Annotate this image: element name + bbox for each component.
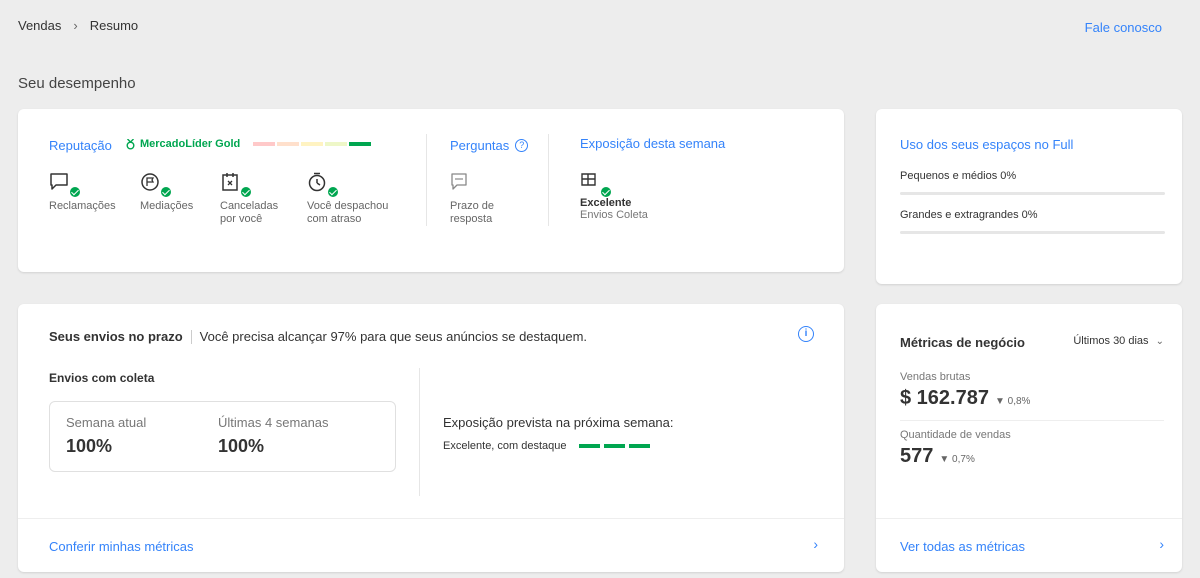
- divider: [900, 420, 1164, 421]
- full-space-row: Grandes e extragrandes 0%: [900, 209, 1165, 234]
- performance-card: Reputação MercadoLíder Gold Reclamações …: [18, 109, 844, 272]
- chevron-down-icon: ⌄: [1155, 336, 1164, 347]
- sales-qty-value: 577: [900, 445, 934, 467]
- divider: [426, 134, 427, 226]
- cancelled-icon: [220, 172, 252, 198]
- metric-canceladas[interactable]: Canceladas por você: [220, 172, 300, 226]
- section-title: Seu desempenho: [18, 75, 136, 92]
- gross-sales: $ 162.787 ▼ 0,8%: [900, 387, 1030, 410]
- contact-link[interactable]: Fale conosco: [1085, 20, 1162, 35]
- chat-icon: [49, 172, 81, 198]
- forecast-bar: [578, 444, 600, 448]
- sales-qty-label: Quantidade de vendas: [900, 429, 1011, 441]
- progress-bar: [900, 231, 1165, 234]
- message-icon: [450, 172, 480, 196]
- on-time-box: Semana atual 100% Últimas 4 semanas 100%: [49, 401, 396, 472]
- thermometer-segment: [277, 142, 299, 146]
- chevron-right-icon[interactable]: ›: [1159, 536, 1164, 552]
- full-space-label: Pequenos e médios 0%: [900, 170, 1017, 182]
- divider: [876, 518, 1182, 519]
- stopwatch-icon: [307, 172, 339, 198]
- exposure-value: Excelente Envios Coleta: [580, 197, 648, 221]
- forecast-bars: [578, 444, 650, 448]
- gross-sales-delta: ▼ 0,8%: [994, 396, 1031, 407]
- metric-atraso[interactable]: Você despachou com atraso: [307, 172, 407, 226]
- period-value: Últimos 30 dias: [1073, 335, 1149, 347]
- breadcrumb: Vendas › Resumo: [18, 18, 138, 33]
- thermometer-segment: [325, 142, 347, 146]
- full-space-card: Uso dos seus espaços no Full Pequenos e …: [876, 109, 1182, 284]
- progress-bar: [900, 192, 1165, 195]
- divider: [419, 368, 420, 496]
- metric-label: Reclamações: [49, 200, 116, 212]
- thermometer-segment: [253, 142, 275, 146]
- metric-mediacoes[interactable]: Mediações: [140, 172, 220, 213]
- forecast-title: Exposição prevista na próxima semana:: [443, 415, 674, 430]
- check-metrics-link[interactable]: Conferir minhas métricas: [49, 539, 194, 554]
- divider: [18, 518, 844, 519]
- reputation-link[interactable]: Reputação: [49, 138, 112, 153]
- medal-icon: [126, 138, 135, 149]
- forecast-bar: [603, 444, 625, 448]
- divider: [548, 134, 549, 226]
- all-metrics-link[interactable]: Ver todas as métricas: [900, 539, 1025, 554]
- shipping-message: Você precisa alcançar 97% para que seus …: [199, 329, 588, 344]
- metric-reclamacoes[interactable]: Reclamações: [49, 172, 129, 213]
- questions-header: Perguntas ?: [450, 138, 529, 153]
- chevron-right-icon[interactable]: ›: [813, 536, 818, 552]
- reputation-thermometer: [253, 142, 371, 146]
- flag-icon: [140, 172, 172, 198]
- check-icon: [160, 186, 172, 198]
- map-icon: [580, 172, 612, 198]
- exposure-status[interactable]: [580, 172, 660, 198]
- full-space-row: Pequenos e médios 0%: [900, 170, 1165, 195]
- last-4-weeks: Últimas 4 semanas 100%: [218, 415, 329, 456]
- full-space-link[interactable]: Uso dos seus espaços no Full: [900, 137, 1073, 152]
- metric-label: Canceladas por você: [220, 200, 279, 225]
- shipping-header: Seus envios no prazo Você precisa alcanç…: [49, 329, 587, 344]
- thermometer-segment: [301, 142, 323, 146]
- metric-prazo-resposta[interactable]: Prazo de resposta: [450, 172, 530, 226]
- current-week: Semana atual 100%: [66, 415, 147, 456]
- check-icon: [327, 186, 339, 198]
- gross-sales-value: $ 162.787: [900, 387, 989, 409]
- mercadolider-label: MercadoLíder Gold: [140, 138, 241, 150]
- gross-sales-label: Vendas brutas: [900, 371, 971, 383]
- full-space-label: Grandes e extragrandes 0%: [900, 209, 1038, 221]
- check-icon: [240, 186, 252, 198]
- forecast-row: Excelente, com destaque: [443, 440, 650, 452]
- exposure-link[interactable]: Exposição desta semana: [580, 136, 725, 151]
- thermometer-segment: [349, 142, 371, 146]
- period-select[interactable]: Últimos 30 dias ⌄: [1073, 335, 1164, 347]
- metric-label: Você despachou com atraso: [307, 200, 389, 225]
- divider: [190, 329, 192, 344]
- exposure-sub: Envios Coleta: [580, 209, 648, 221]
- sales-qty-delta: ▼ 0,7%: [939, 454, 975, 465]
- mercadolider-badge: MercadoLíder Gold: [126, 138, 240, 150]
- metric-label: Prazo de resposta: [450, 200, 495, 225]
- help-icon[interactable]: ?: [515, 139, 529, 152]
- check-icon: [69, 186, 81, 198]
- sales-qty: 577 ▼ 0,7%: [900, 445, 975, 468]
- metric-label: Mediações: [140, 200, 194, 212]
- chevron-right-icon: ›: [73, 18, 78, 33]
- exposure-level: Excelente: [580, 197, 632, 209]
- questions-link[interactable]: Perguntas: [450, 138, 509, 153]
- forecast-value: Excelente, com destaque: [443, 440, 567, 452]
- shipping-card: Seus envios no prazo Você precisa alcanç…: [18, 304, 844, 572]
- info-icon[interactable]: i: [798, 326, 814, 342]
- forecast-bar: [628, 444, 650, 448]
- shipping-title: Seus envios no prazo: [49, 329, 183, 344]
- breadcrumb-vendas[interactable]: Vendas: [18, 18, 61, 33]
- breadcrumb-resumo: Resumo: [89, 18, 139, 33]
- business-metrics-card: Métricas de negócio Últimos 30 dias ⌄ Ve…: [876, 304, 1182, 572]
- business-title: Métricas de negócio: [900, 335, 1025, 350]
- shipping-subtitle: Envios com coleta: [49, 371, 155, 385]
